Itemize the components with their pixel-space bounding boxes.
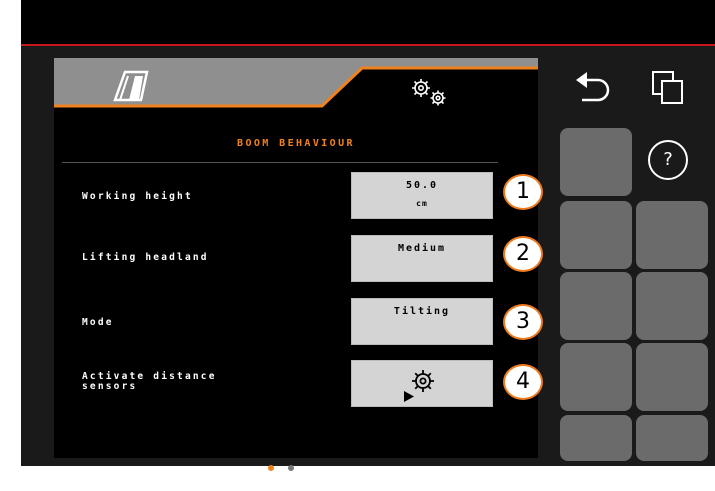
title-separator	[62, 162, 498, 163]
page-indicator	[268, 456, 298, 475]
working-height-value: 50.0	[405, 180, 439, 191]
copy-windows-icon[interactable]	[648, 68, 688, 108]
working-height-field[interactable]: 50.0 cm	[351, 172, 493, 219]
side-button-3[interactable]	[636, 201, 708, 269]
side-button-4[interactable]	[560, 272, 632, 340]
lifting-headland-label: Lifting headland	[82, 252, 209, 263]
side-button-6[interactable]	[560, 343, 632, 411]
lifting-headland-value: Medium	[397, 243, 447, 254]
callout-1: 1	[503, 174, 543, 210]
top-bar	[21, 0, 715, 44]
page-title: BOOM BEHAVIOUR	[237, 138, 355, 149]
help-question-label: ?	[663, 149, 673, 170]
side-button-2[interactable]	[560, 201, 632, 269]
mode-label: Mode	[82, 317, 114, 328]
page-dot	[287, 465, 294, 471]
gear-play-icon	[404, 370, 434, 402]
side-button-9[interactable]	[636, 415, 708, 461]
callout-3: 3	[503, 304, 543, 340]
side-button-8[interactable]	[560, 415, 632, 461]
working-height-label: Working height	[82, 191, 193, 202]
distance-sensors-label: Activate distance sensors	[82, 371, 217, 392]
callout-4: 4	[503, 364, 543, 400]
main-panel: BOOM BEHAVIOUR Working height 50.0 cm Li…	[54, 58, 538, 471]
side-button-5[interactable]	[636, 272, 708, 340]
boom-section-icon[interactable]	[111, 70, 151, 102]
lifting-headland-field[interactable]: Medium	[351, 235, 493, 282]
mode-value: Tilting	[393, 306, 451, 317]
working-height-unit: cm	[416, 199, 428, 208]
mode-field[interactable]: Tilting	[351, 298, 493, 345]
top-red-line	[21, 44, 715, 46]
back-arrow-icon[interactable]	[574, 68, 612, 108]
gears-icon[interactable]	[407, 76, 453, 110]
distance-sensors-button[interactable]	[351, 360, 493, 407]
side-button-7[interactable]	[636, 343, 708, 411]
side-button-1[interactable]	[560, 128, 632, 196]
page-dot-active	[268, 465, 274, 471]
callout-2: 2	[503, 236, 543, 272]
